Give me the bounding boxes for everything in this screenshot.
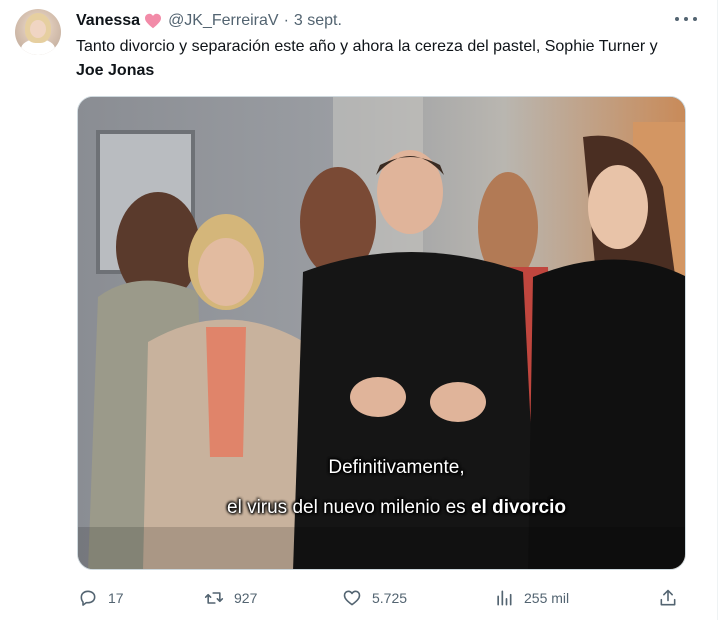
subtitle-line-1: Definitivamente,	[328, 457, 465, 478]
share-button[interactable]	[658, 583, 688, 613]
repost-icon	[204, 592, 224, 604]
repost-button[interactable]: 927	[204, 583, 257, 613]
views-count: 255 mil	[524, 590, 570, 606]
like-button[interactable]: 5.725	[342, 583, 407, 613]
separator-dot: ·	[283, 12, 289, 29]
heart-emoji-icon	[145, 13, 162, 29]
views-icon	[497, 590, 512, 606]
repost-count: 927	[234, 590, 258, 606]
like-icon	[343, 590, 361, 606]
media-image[interactable]: Definitivamente, el virus del nuevo mile…	[77, 96, 686, 570]
like-count: 5.725	[372, 590, 408, 606]
tweet-date[interactable]: 3 sept.	[294, 12, 342, 30]
subtitle-line-2-bold: el divorcio	[470, 497, 566, 518]
author-name[interactable]: Vanessa	[76, 12, 140, 30]
avatar[interactable]	[15, 9, 61, 55]
tweet-header: Vanessa @JK_FerreiraV · 3 sept.	[76, 10, 342, 32]
tweet-text-bold: Joe Jonas	[76, 62, 155, 79]
subtitle-line-2-plain: el virus del nuevo milenio es	[227, 497, 471, 518]
tweet-text: Tanto divorcio y separación este año y a…	[76, 35, 686, 83]
reply-icon	[80, 590, 96, 606]
author-handle[interactable]: @JK_FerreiraV	[168, 12, 279, 30]
more-options-icon[interactable]	[675, 12, 697, 26]
tweet-card[interactable]: Vanessa @JK_FerreiraV · 3 sept. Tanto di…	[0, 0, 718, 620]
share-icon	[660, 589, 676, 606]
tweet-text-plain: Tanto divorcio y separación este año y a…	[76, 38, 658, 55]
action-bar: 17 927 5.725 255 mil	[76, 583, 686, 613]
views-button[interactable]: 255 mil	[494, 583, 569, 613]
subtitle-line-2: el virus del nuevo milenio es el divorci…	[93, 497, 685, 519]
reply-count: 17	[108, 590, 124, 606]
reply-button[interactable]: 17	[78, 583, 124, 613]
